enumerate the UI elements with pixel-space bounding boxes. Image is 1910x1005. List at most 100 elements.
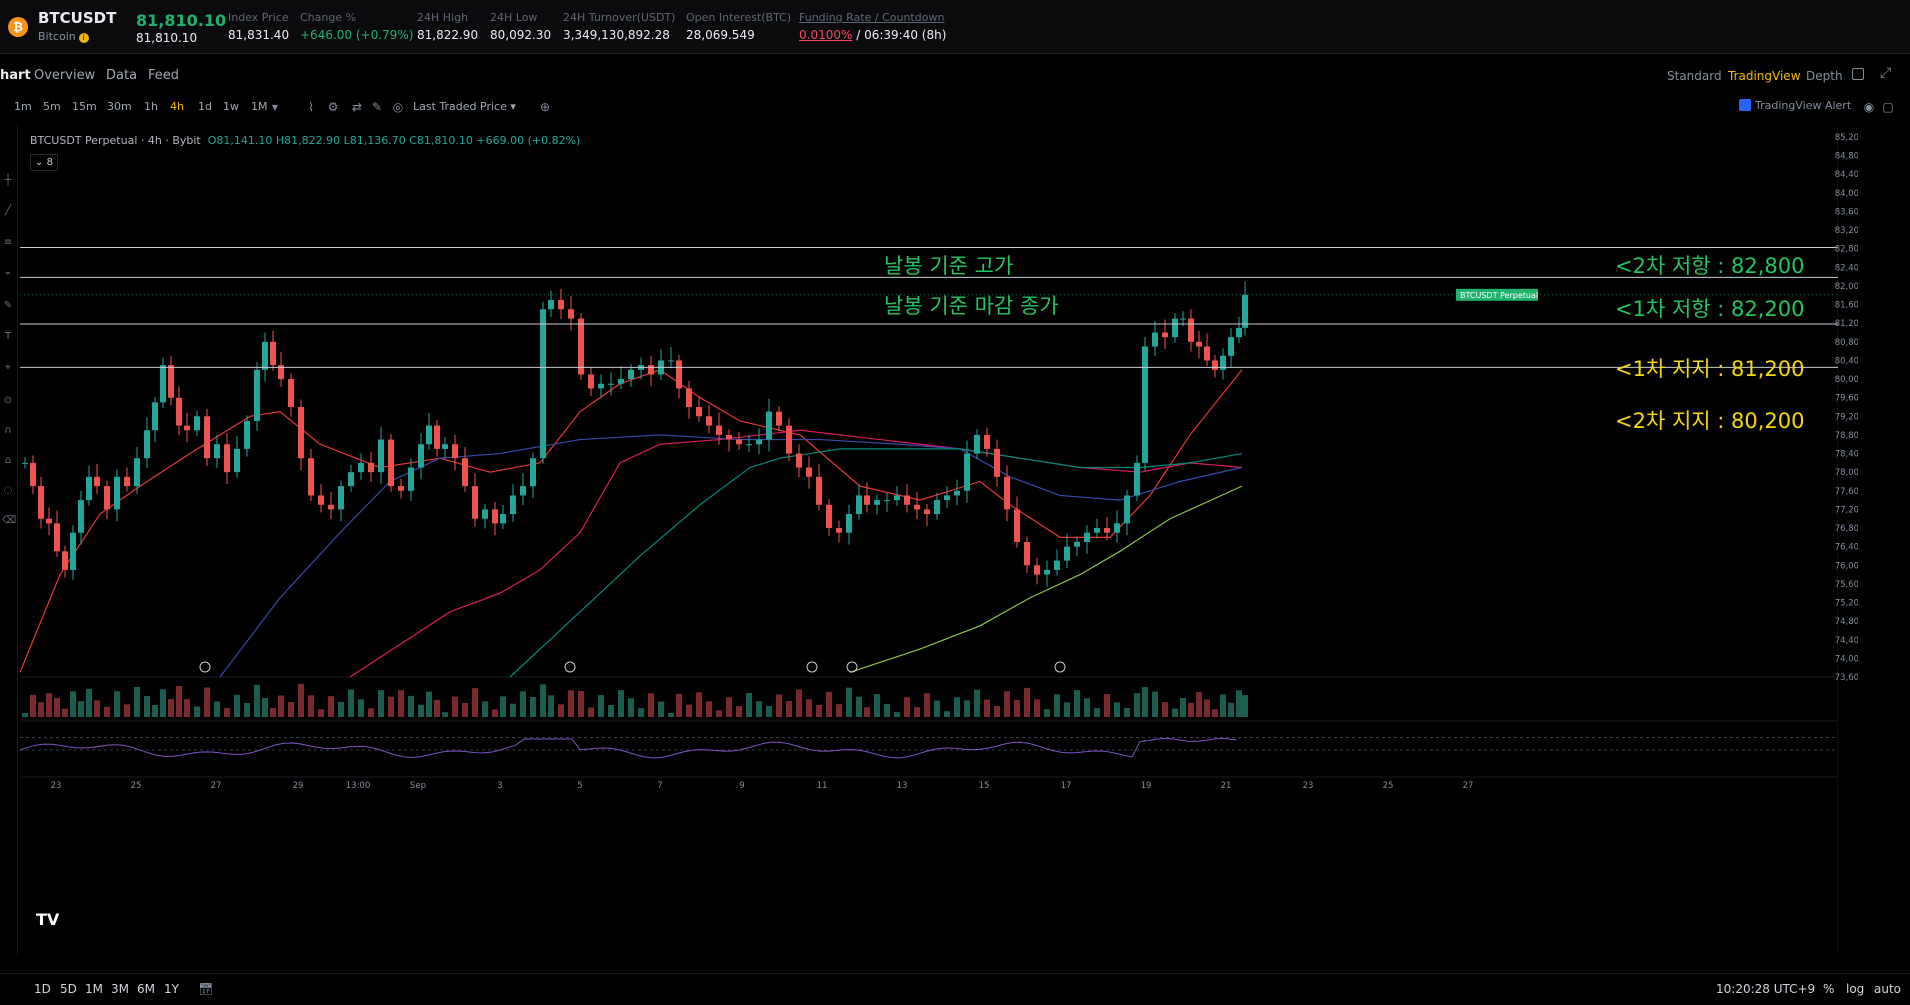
brush-icon[interactable]: ✎ [2,300,14,314]
magnet-icon[interactable]: ∩ [2,425,14,439]
tab-standard[interactable]: Standard [1667,69,1722,83]
volume-bar [22,713,28,717]
percent-scale-toggle[interactable]: % [1823,982,1834,996]
candle-body [368,462,374,473]
expand-icon[interactable]: ⤢ [1880,65,1891,81]
tab-depth[interactable]: Depth [1806,69,1843,83]
camera-icon[interactable]: ◉ [1862,100,1876,114]
symbol-name[interactable]: BTCUSDT [38,9,116,27]
zoom-icon[interactable]: ⊙ [2,395,14,409]
legend-title: BTCUSDT Perpetual · 4h · Bybit [30,134,201,147]
tab-chart[interactable]: hart [0,68,31,83]
timeframe-1m[interactable]: 1m [14,100,32,113]
timeframe-1w[interactable]: 1w [223,100,239,113]
timeframe-1d[interactable]: 1d [198,100,212,113]
volume-bar [638,708,644,717]
volume-bar [568,690,574,717]
trendline-icon[interactable]: ╱ [2,205,14,219]
price-source-select[interactable]: Last Traded Price ▾ [413,100,516,113]
candle-body [462,458,468,487]
range-3m[interactable]: 3M [111,982,129,996]
price-axis-label: 73,600.00 [1835,673,1858,683]
event-marker-icon[interactable] [1054,661,1066,673]
volume-bar [168,699,174,717]
volume-bar [686,704,692,717]
indicator-icon[interactable]: ⌇ [304,100,318,114]
fullscreen-icon[interactable]: ▢ [1881,100,1895,114]
compare-icon[interactable]: ⇄ [350,100,364,114]
text-icon[interactable]: T [2,331,14,345]
volume-bar [94,700,100,717]
stat-funding[interactable]: Funding Rate / Countdown 0.0100% / 06:39… [799,11,946,42]
volume-bar [796,689,802,717]
stat-24h-high: 24H High 81,822.90 [417,11,479,42]
candle-body [1134,462,1140,496]
clock[interactable]: 10:20:28 UTC+9 [1716,982,1815,996]
event-marker-icon[interactable] [806,661,818,673]
candle-body [1094,528,1100,533]
time-axis-label: 7 [657,781,662,791]
lock-icon[interactable]: ⌂ [2,455,14,469]
volume-bar [368,708,374,717]
eye-icon[interactable]: ◌ [2,485,14,499]
funding-countdown: / 06:39:40 (8h) [852,28,947,42]
timeframe-1M[interactable]: 1M [251,100,268,113]
price-axis-label: 80,800.00 [1835,338,1858,348]
candle-body [1212,360,1218,370]
volume-bar [348,689,354,717]
crosshair-icon[interactable]: ┼ [2,175,14,189]
range-1d[interactable]: 1D [34,982,51,996]
settings-icon[interactable]: ⚙ [326,100,340,114]
candle-body [482,509,488,519]
auto-scale-toggle[interactable]: auto [1874,982,1901,996]
range-5d[interactable]: 5D [60,982,77,996]
trash-icon[interactable]: ⌫ [2,515,16,529]
draw-icon[interactable]: ✎ [370,100,384,114]
event-marker-icon[interactable] [564,661,576,673]
volume-bar [1104,694,1110,717]
add-icon[interactable]: ⊕ [538,100,552,114]
time-axis-label: 13 [897,781,908,791]
tab-tradingview[interactable]: TradingView [1728,69,1801,83]
info-icon[interactable]: i [78,33,89,43]
measure-icon[interactable]: ⌖ [2,362,14,376]
range-6m[interactable]: 6M [137,982,155,996]
calendar-icon[interactable]: 📅︎ [198,982,213,996]
fib-icon[interactable]: ≡ [2,237,14,251]
range-1y[interactable]: 1Y [164,982,179,996]
indicator-toggle[interactable]: ⌄ 8 [30,154,58,171]
price-source-icon[interactable]: ◎ [391,100,405,114]
chevron-down-icon[interactable]: ▾ [268,100,282,114]
log-scale-toggle[interactable]: log [1846,982,1864,996]
volume-bar [104,706,110,717]
candle-body [874,500,880,505]
funding-rate[interactable]: 0.0100% [799,28,852,42]
tradingview-alert-button[interactable]: TradingView Alert [1739,99,1851,112]
candle-body [776,411,782,426]
volume-bar [648,693,654,717]
tab-data[interactable]: Data [106,68,137,83]
tab-overview[interactable]: Overview [34,68,95,83]
volume-bar [1114,702,1120,717]
candle-body [378,439,384,473]
candle-body [46,518,52,524]
event-marker-icon[interactable] [846,661,858,673]
timeframe-5m[interactable]: 5m [43,100,61,113]
timeframe-30m[interactable]: 30m [107,100,132,113]
legend-ohlc: O81,141.10 H81,822.90 L81,136.70 C81,810… [207,134,581,147]
tab-feed[interactable]: Feed [148,68,179,83]
event-marker-icon[interactable] [199,661,211,673]
chart-toolbar: 1m 5m 15m 30m 1h 4h 1d 1w 1M ▾ ⌇ ⚙ ⇄ ✎ ◎… [0,98,1910,120]
volume-bar [846,687,852,717]
layout-icon[interactable] [1852,68,1864,80]
timeframe-4h[interactable]: 4h [170,100,184,113]
timeframe-15m[interactable]: 15m [72,100,97,113]
candle-body [786,425,792,454]
price-axis-label: 79,600.00 [1835,394,1858,404]
timeframe-1h[interactable]: 1h [144,100,158,113]
volume-bar [482,701,488,717]
volume-bar [434,699,440,717]
pattern-icon[interactable]: ⌁ [2,268,14,282]
range-1m[interactable]: 1M [85,982,103,996]
volume-bar [244,703,250,717]
